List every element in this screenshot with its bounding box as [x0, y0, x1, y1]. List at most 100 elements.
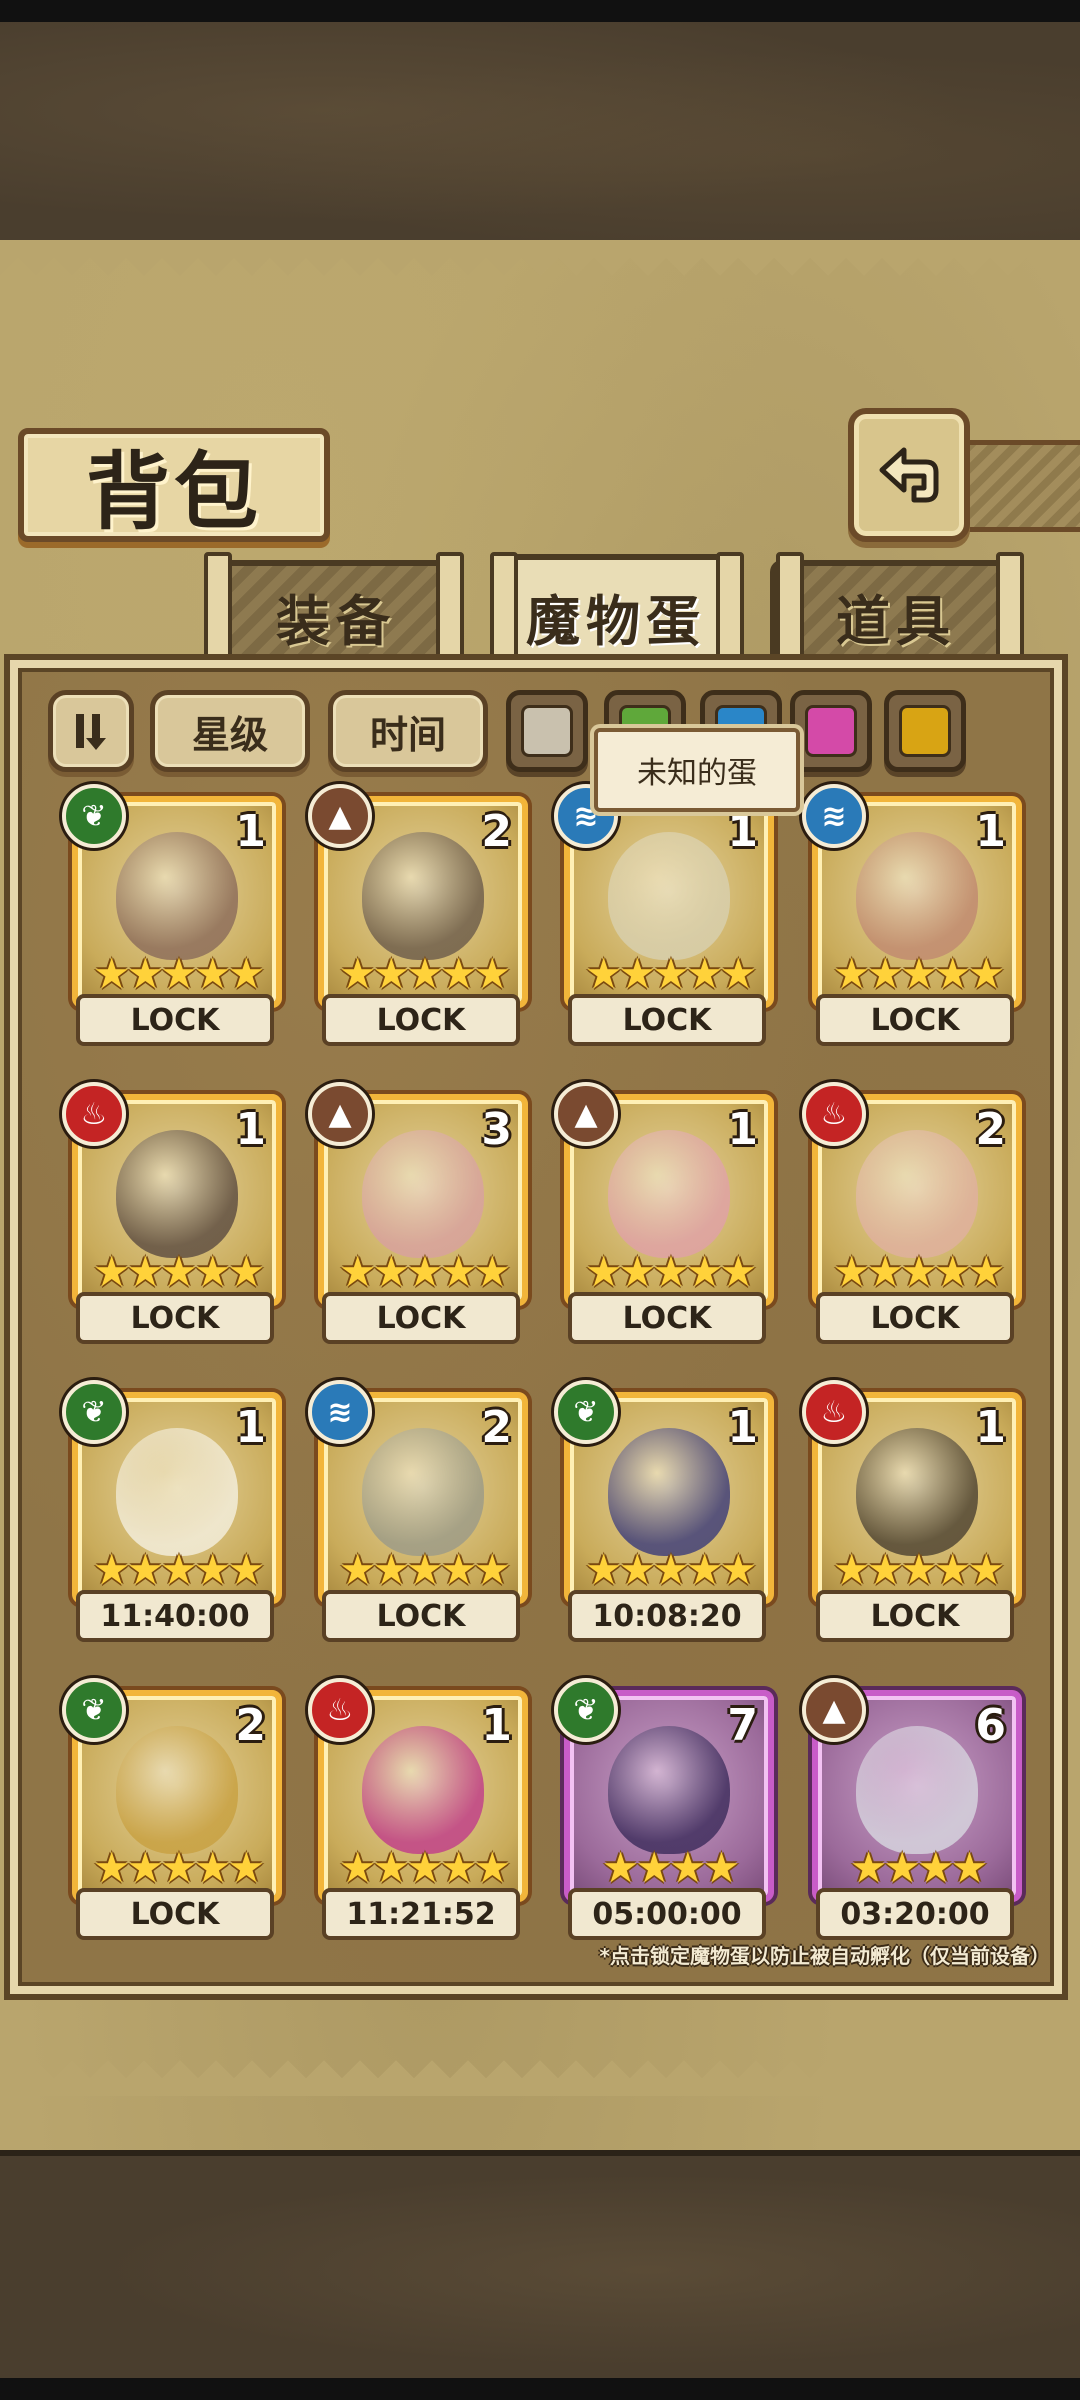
- leaf-icon: ❦: [554, 1678, 618, 1742]
- lock-hint-text: *点击锁定魔物蛋以防止被自动孵化（仅当前设备）: [599, 1944, 1050, 1968]
- star-rating: ★★★★★: [92, 1545, 265, 1594]
- leaf-icon: ❦: [62, 1380, 126, 1444]
- tab-items[interactable]: 道具: [770, 560, 1022, 666]
- page-title: 背包: [85, 441, 262, 541]
- egg-image: [362, 1130, 484, 1258]
- egg-image: [856, 1130, 978, 1258]
- sort-by-time-button[interactable]: 时间: [328, 690, 488, 772]
- color-filter-chip[interactable]: [884, 690, 966, 772]
- egg-count: 2: [481, 1402, 512, 1453]
- egg-image: [362, 832, 484, 960]
- egg-image: [608, 1726, 730, 1854]
- lock-button[interactable]: LOCK: [816, 1590, 1014, 1642]
- egg-image: [608, 1428, 730, 1556]
- color-swatch: [521, 705, 573, 757]
- lock-button[interactable]: LOCK: [322, 994, 520, 1046]
- star-rating: ★★★★★: [92, 949, 265, 998]
- star-rating: ★★★★★: [338, 949, 511, 998]
- egg-image: [116, 832, 238, 960]
- sort-order-icon: [76, 714, 106, 750]
- sort-order-button[interactable]: [48, 690, 134, 772]
- egg-image: [856, 1726, 978, 1854]
- map-background-top: [0, 22, 1080, 248]
- star-rating: ★★★★★: [584, 1545, 757, 1594]
- lock-button[interactable]: LOCK: [568, 994, 766, 1046]
- egg-count: 1: [481, 1700, 512, 1751]
- egg-count: 7: [727, 1700, 758, 1751]
- back-arrow-icon: [879, 447, 939, 503]
- sort-by-star-label: 星级: [191, 712, 268, 757]
- egg-image: [116, 1428, 238, 1556]
- egg-count: 1: [727, 1402, 758, 1453]
- map-background-bottom: [0, 2150, 1080, 2384]
- egg-count: 1: [727, 806, 758, 857]
- egg-image: [362, 1726, 484, 1854]
- egg-count: 1: [975, 806, 1006, 857]
- star-rating: ★★★★★: [92, 1247, 265, 1296]
- back-button[interactable]: [848, 408, 970, 542]
- tab-monster-eggs[interactable]: 魔物蛋: [490, 554, 742, 672]
- lock-button[interactable]: LOCK: [76, 994, 274, 1046]
- color-filter-chip[interactable]: [790, 690, 872, 772]
- flame-icon: ♨: [62, 1082, 126, 1146]
- lock-button[interactable]: LOCK: [816, 994, 1014, 1046]
- navigation-bar: [0, 2378, 1080, 2400]
- hatch-timer[interactable]: 05:00:00: [568, 1888, 766, 1940]
- egg-count: 1: [975, 1402, 1006, 1453]
- hatch-timer[interactable]: 11:21:52: [322, 1888, 520, 1940]
- torn-edge-top: [0, 240, 1080, 276]
- color-swatch: [899, 705, 951, 757]
- hatch-timer[interactable]: 10:08:20: [568, 1590, 766, 1642]
- egg-count: 3: [481, 1104, 512, 1155]
- sort-by-time-label: 时间: [369, 712, 446, 757]
- egg-count: 2: [975, 1104, 1006, 1155]
- lock-button[interactable]: LOCK: [816, 1292, 1014, 1344]
- leaf-icon: ❦: [62, 1678, 126, 1742]
- status-bar: [0, 0, 1080, 22]
- egg-count: 1: [235, 806, 266, 857]
- torn-edge-bottom: [0, 2060, 1080, 2096]
- star-rating: ★★★★★: [338, 1843, 511, 1892]
- star-rating: ★★★★★: [338, 1247, 511, 1296]
- egg-tooltip-text: 未知的蛋: [637, 756, 757, 791]
- star-rating: ★★★★: [849, 1843, 989, 1892]
- tab-equipment[interactable]: 装备: [210, 560, 462, 666]
- mountain-icon: ▲: [802, 1678, 866, 1742]
- leaf-icon: ❦: [554, 1380, 618, 1444]
- star-rating: ★★★★★: [832, 1545, 1005, 1594]
- hatch-timer[interactable]: 03:20:00: [816, 1888, 1014, 1940]
- egg-count: 1: [727, 1104, 758, 1155]
- lock-button[interactable]: LOCK: [76, 1888, 274, 1940]
- lock-button[interactable]: LOCK: [76, 1292, 274, 1344]
- wave-icon: ≋: [308, 1380, 372, 1444]
- egg-image: [608, 832, 730, 960]
- leaf-icon: ❦: [62, 784, 126, 848]
- mountain-icon: ▲: [308, 784, 372, 848]
- egg-tooltip: 未知的蛋: [594, 728, 800, 812]
- tab-equipment-label: 装备: [276, 588, 396, 653]
- lock-button[interactable]: LOCK: [322, 1590, 520, 1642]
- color-filter-chip[interactable]: [506, 690, 588, 772]
- color-swatch: [805, 705, 857, 757]
- star-rating: ★★★★★: [584, 949, 757, 998]
- back-button-rail: [960, 440, 1080, 532]
- egg-image: [856, 1428, 978, 1556]
- star-rating: ★★★★★: [92, 1843, 265, 1892]
- star-rating: ★★★★: [601, 1843, 741, 1892]
- title-plaque: 背包: [18, 428, 330, 542]
- egg-count: 2: [235, 1700, 266, 1751]
- hatch-timer[interactable]: 11:40:00: [76, 1590, 274, 1642]
- egg-image: [116, 1726, 238, 1854]
- egg-count: 6: [975, 1700, 1006, 1751]
- wave-icon: ≋: [802, 784, 866, 848]
- star-rating: ★★★★★: [584, 1247, 757, 1296]
- flame-icon: ♨: [802, 1380, 866, 1444]
- egg-image: [116, 1130, 238, 1258]
- star-rating: ★★★★★: [832, 949, 1005, 998]
- sort-by-star-button[interactable]: 星级: [150, 690, 310, 772]
- egg-count: 1: [235, 1402, 266, 1453]
- lock-button[interactable]: LOCK: [322, 1292, 520, 1344]
- egg-count: 1: [235, 1104, 266, 1155]
- lock-button[interactable]: LOCK: [568, 1292, 766, 1344]
- egg-image: [362, 1428, 484, 1556]
